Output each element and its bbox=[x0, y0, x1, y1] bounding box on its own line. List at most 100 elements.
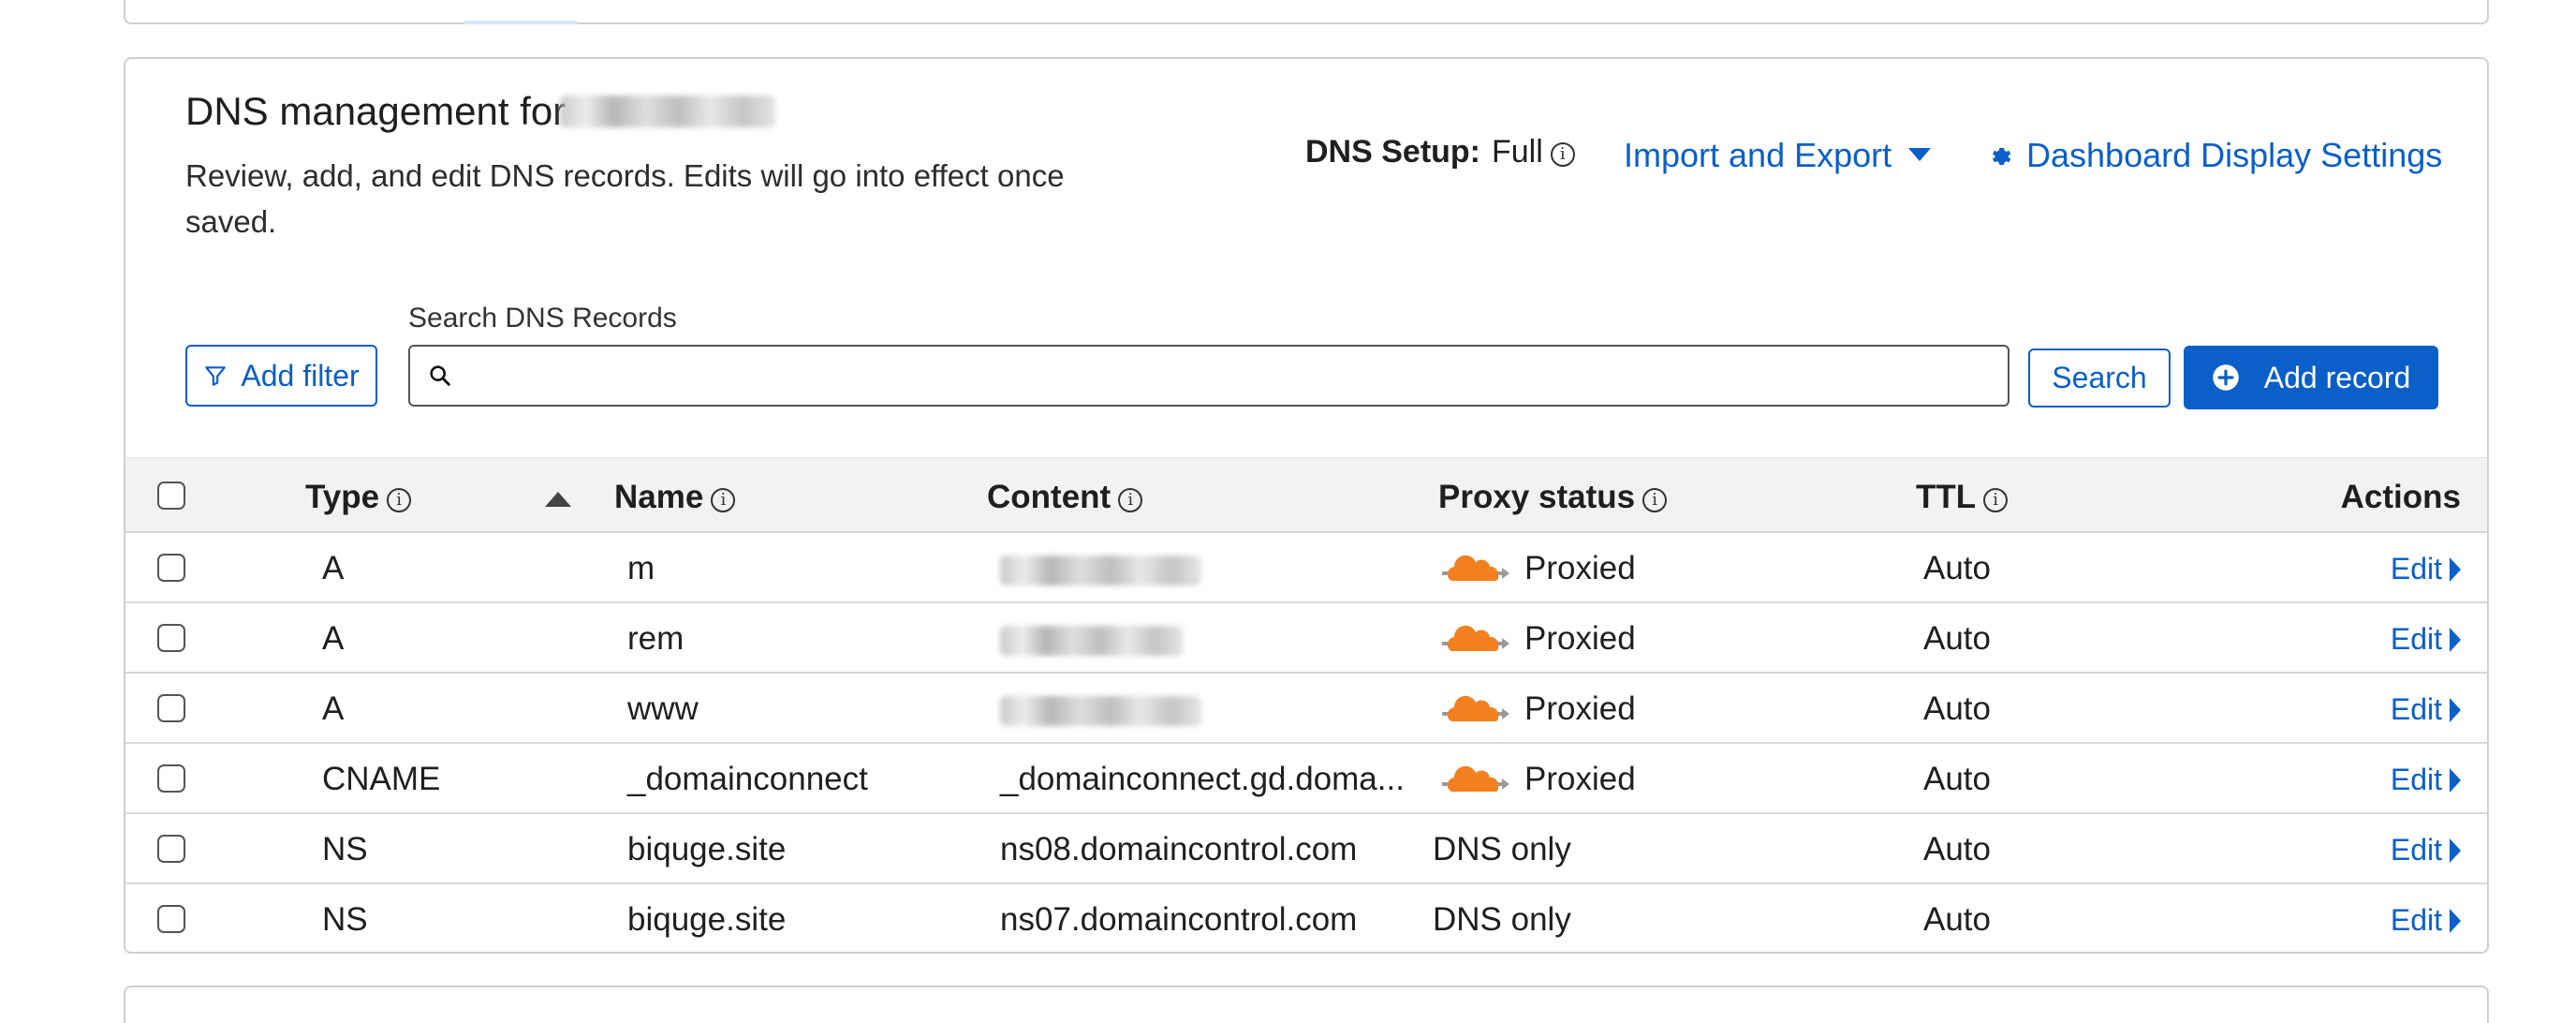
record-type: A bbox=[322, 550, 345, 586]
proxy-status-label: Proxied bbox=[1524, 761, 1636, 797]
info-icon[interactable]: i bbox=[1642, 488, 1668, 512]
row-checkbox[interactable] bbox=[157, 835, 185, 863]
add-filter-label: Add filter bbox=[241, 358, 360, 393]
edit-link[interactable]: Edit bbox=[2391, 622, 2461, 657]
record-name: biquge.site bbox=[627, 831, 787, 867]
edit-link[interactable]: Edit bbox=[2391, 763, 2461, 797]
record-type: A bbox=[322, 690, 345, 727]
row-checkbox[interactable] bbox=[157, 624, 185, 652]
import-export-label: Import and Export bbox=[1624, 136, 1892, 174]
column-header-name-label: Name bbox=[614, 479, 704, 515]
column-header-content[interactable]: Content i bbox=[987, 479, 1143, 516]
record-content: _domainconnect.gd.doma... bbox=[1000, 761, 1405, 797]
search-input[interactable] bbox=[464, 346, 2008, 406]
edit-label: Edit bbox=[2390, 692, 2442, 726]
add-record-button[interactable]: Add record bbox=[2184, 346, 2438, 409]
search-field[interactable] bbox=[408, 345, 2009, 407]
column-header-proxy-status-label: Proxy status bbox=[1438, 479, 1636, 515]
filter-icon bbox=[205, 366, 227, 386]
record-ttl: Auto bbox=[1923, 761, 1991, 797]
redacted-ip bbox=[1000, 695, 1201, 726]
import-export-dropdown[interactable]: Import and Export bbox=[1624, 136, 1932, 175]
add-record-label: Add record bbox=[2263, 360, 2411, 394]
plus-circle-icon bbox=[2212, 364, 2239, 391]
dns-setup-label: DNS Setup: bbox=[1305, 134, 1480, 170]
record-ttl: Auto bbox=[1923, 620, 1991, 657]
record-ttl: Auto bbox=[1923, 690, 1991, 727]
search-label: Search DNS Records bbox=[408, 303, 677, 334]
redacted-domain bbox=[560, 95, 776, 127]
caret-right-icon bbox=[2450, 768, 2461, 793]
edit-label: Edit bbox=[2390, 763, 2442, 796]
caret-right-icon bbox=[2450, 557, 2461, 582]
redacted-ip bbox=[1000, 625, 1183, 656]
record-type: A bbox=[322, 620, 345, 657]
record-ttl: Auto bbox=[1923, 831, 1991, 867]
table-header: Type i Name i Content i Proxy status i TTL i … bbox=[125, 457, 2487, 533]
column-header-proxy-status[interactable]: Proxy status i bbox=[1438, 479, 1668, 516]
dns-management-card: DNS management for Review, add, and edit… bbox=[124, 57, 2489, 954]
cloud-icon bbox=[1442, 555, 1509, 581]
edit-link[interactable]: Edit bbox=[2391, 552, 2461, 586]
proxy-status[interactable]: Proxied bbox=[1442, 761, 1636, 798]
edit-link[interactable]: Edit bbox=[2391, 692, 2461, 727]
record-type: CNAME bbox=[322, 761, 441, 797]
add-filter-button[interactable]: Add filter bbox=[185, 345, 377, 407]
record-content: ns07.domaincontrol.com bbox=[1000, 901, 1358, 938]
record-name: _domainconnect bbox=[627, 761, 868, 797]
next-card bbox=[124, 986, 2489, 1023]
row-checkbox[interactable] bbox=[157, 554, 185, 582]
column-header-type-label: Type bbox=[305, 479, 380, 515]
column-header-ttl-label: TTL bbox=[1916, 479, 1977, 515]
page-subtitle: Review, add, and edit DNS records. Edits… bbox=[185, 158, 1065, 239]
dns-setup-value: Full bbox=[1492, 134, 1543, 170]
proxy-status-label: Proxied bbox=[1524, 620, 1636, 657]
proxy-status[interactable]: Proxied bbox=[1442, 620, 1636, 658]
gear-icon bbox=[1993, 147, 2011, 166]
column-header-type[interactable]: Type i bbox=[305, 479, 412, 516]
previous-card bbox=[124, 0, 2489, 24]
record-type: NS bbox=[322, 901, 368, 938]
redacted-ip bbox=[1000, 555, 1201, 586]
column-header-ttl[interactable]: TTL i bbox=[1916, 479, 2009, 516]
page-title: DNS management for bbox=[185, 89, 776, 134]
info-icon[interactable]: i bbox=[1550, 142, 1575, 167]
record-content bbox=[1000, 550, 1201, 587]
edit-label: Edit bbox=[2390, 622, 2442, 656]
dashboard-display-settings-label: Dashboard Display Settings bbox=[2026, 136, 2443, 174]
record-content bbox=[1000, 620, 1183, 658]
proxy-status[interactable]: DNS only bbox=[1433, 901, 1571, 939]
info-icon[interactable]: i bbox=[1118, 488, 1143, 512]
record-name: m bbox=[627, 550, 655, 586]
row-checkbox[interactable] bbox=[157, 764, 185, 793]
info-icon[interactable]: i bbox=[1983, 488, 2009, 512]
search-icon bbox=[430, 365, 450, 386]
select-all-checkbox[interactable] bbox=[157, 482, 185, 510]
record-name: rem bbox=[627, 620, 684, 657]
table-row: A www Proxied Auto Edit bbox=[125, 674, 2487, 744]
proxy-status[interactable]: DNS only bbox=[1433, 831, 1571, 868]
sort-asc-icon[interactable] bbox=[545, 492, 571, 507]
edit-label: Edit bbox=[2390, 552, 2442, 586]
dashboard-display-settings-link[interactable]: Dashboard Display Settings bbox=[1987, 136, 2442, 175]
edit-link[interactable]: Edit bbox=[2391, 833, 2461, 867]
info-icon[interactable]: i bbox=[711, 488, 736, 512]
row-checkbox[interactable] bbox=[157, 905, 185, 933]
caret-right-icon bbox=[2450, 909, 2461, 933]
record-type: NS bbox=[322, 831, 368, 867]
edit-label: Edit bbox=[2390, 833, 2442, 867]
search-button[interactable]: Search bbox=[2028, 348, 2171, 408]
table-row: CNAME _domainconnect _domainconnect.gd.d… bbox=[125, 744, 2487, 814]
caret-right-icon bbox=[2450, 838, 2461, 863]
proxy-status[interactable]: Proxied bbox=[1442, 690, 1636, 728]
edit-link[interactable]: Edit bbox=[2391, 903, 2461, 938]
edit-label: Edit bbox=[2390, 903, 2442, 937]
row-checkbox[interactable] bbox=[157, 694, 185, 722]
proxy-status[interactable]: Proxied bbox=[1442, 550, 1636, 587]
caret-down-icon bbox=[1908, 148, 1932, 161]
column-header-name[interactable]: Name i bbox=[614, 479, 736, 516]
cloud-icon bbox=[1442, 625, 1509, 651]
info-icon[interactable]: i bbox=[387, 488, 412, 512]
column-header-content-label: Content bbox=[987, 479, 1111, 515]
record-ttl: Auto bbox=[1923, 550, 1991, 586]
